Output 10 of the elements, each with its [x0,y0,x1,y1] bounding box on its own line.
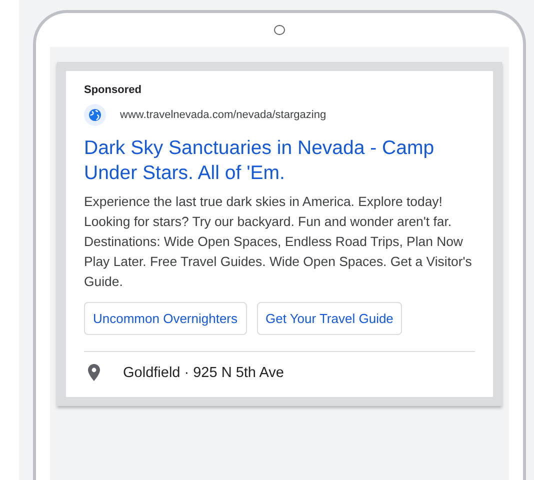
globe-icon [84,104,106,126]
ad-url: www.travelnevada.com/nevada/stargazing [120,109,326,122]
camera-icon [274,25,285,36]
location-text: Goldfield · 925 N 5th Ave [123,364,284,381]
sponsored-label: Sponsored [84,84,142,96]
sitelink-button[interactable]: Get Your Travel Guide [256,302,402,336]
ad-headline-link[interactable]: Dark Sky Sanctuaries in Nevada - Camp Under Stars. All of 'Em. [84,136,475,186]
ad-description: Experience the last true dark skies in America. Explore today! Looking for stars? Try our backyard. Fun and wonder aren't far. Destinations: Wide Open Spaces, Endless Road Trips, Plan Now Play Later. Free Travel Guides. Wide Open Spaces. Get a Visitor's Guide. [84,193,473,292]
sitelink-button[interactable]: Uncommon Overnighters [84,302,246,336]
location-pin-icon [88,364,100,382]
